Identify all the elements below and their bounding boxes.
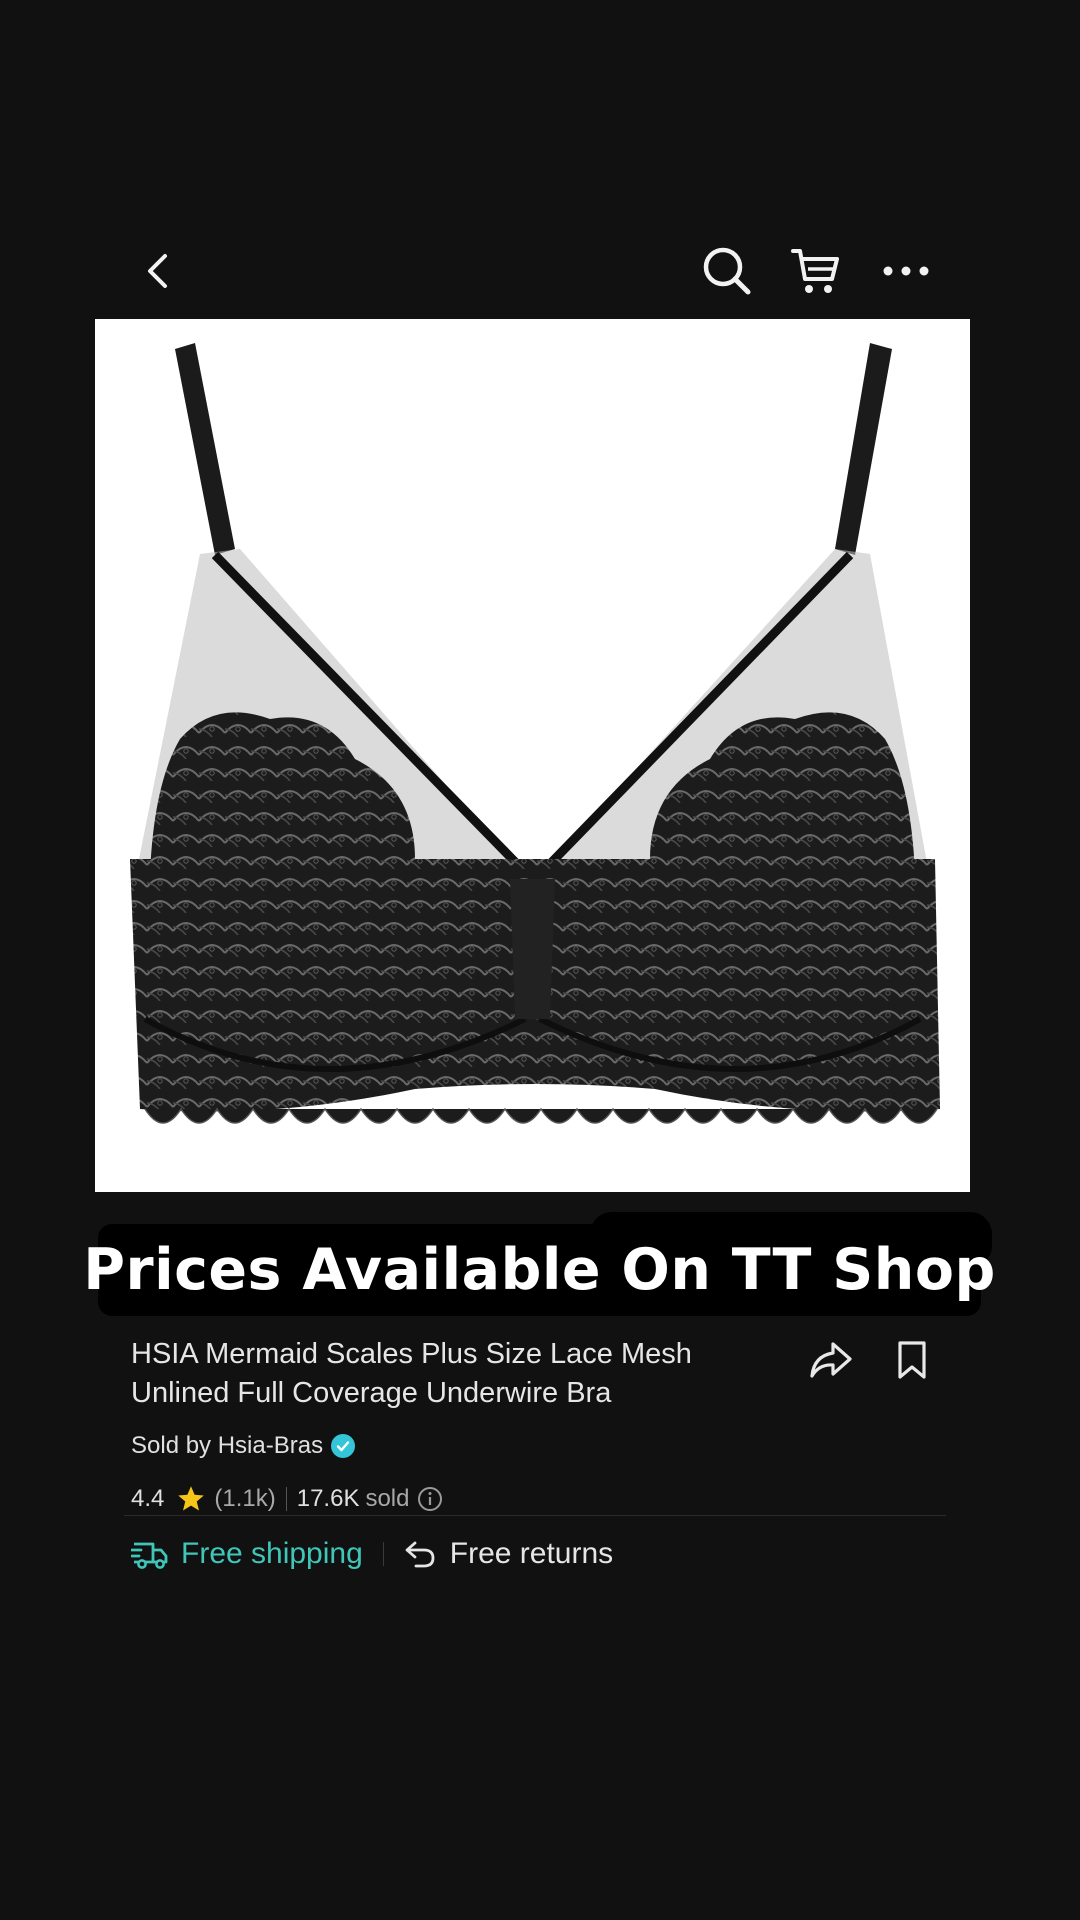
free-shipping-link[interactable]: Free shipping: [131, 1537, 363, 1571]
caption-overlay: Prices Available On TT Shop: [83, 1224, 995, 1316]
caption-text: Prices Available On TT Shop: [83, 1237, 996, 1303]
product-title: HSIA Mermaid Scales Plus Size Lace Mesh …: [131, 1338, 692, 1409]
review-count: (1.1k): [214, 1485, 276, 1512]
bookmark-icon: [898, 1341, 926, 1379]
more-icon: [883, 266, 929, 276]
search-button[interactable]: [692, 236, 762, 306]
sold-count: 17.6K: [296, 1485, 360, 1512]
free-shipping-label: Free shipping: [181, 1537, 363, 1570]
share-icon: [810, 1342, 852, 1378]
perks-separator: [382, 1542, 384, 1566]
share-button[interactable]: [806, 1335, 856, 1385]
divider: [124, 1515, 946, 1516]
more-options-button[interactable]: [871, 236, 941, 306]
seller-link[interactable]: Sold by Hsia-Bras: [131, 1430, 356, 1462]
seller-name: Sold by Hsia-Bras: [131, 1432, 324, 1459]
product-image-carousel[interactable]: [95, 319, 970, 1192]
verified-badge-icon: [331, 1434, 356, 1458]
cart-icon: [791, 249, 839, 293]
info-icon[interactable]: [417, 1486, 443, 1512]
chevron-left-icon: [148, 254, 167, 288]
return-arrow-icon: [405, 1541, 435, 1568]
free-returns-link[interactable]: Free returns: [404, 1537, 613, 1571]
star-icon: [178, 1486, 205, 1511]
rating-value: 4.4: [131, 1485, 165, 1512]
sold-label: sold: [365, 1485, 410, 1512]
rating-stats[interactable]: 4.4 (1.1k) 17.6K sold: [131, 1482, 443, 1516]
save-button[interactable]: [887, 1335, 937, 1385]
free-returns-label: Free returns: [449, 1537, 614, 1570]
stats-separator: [285, 1487, 287, 1511]
product-photo: [130, 343, 940, 1124]
top-bar: [0, 236, 1080, 306]
cart-button[interactable]: [781, 236, 851, 306]
perks-row: Free shipping Free returns: [131, 1534, 613, 1574]
search-icon: [703, 247, 751, 295]
back-button[interactable]: [123, 236, 193, 306]
truck-icon: [131, 1542, 168, 1569]
